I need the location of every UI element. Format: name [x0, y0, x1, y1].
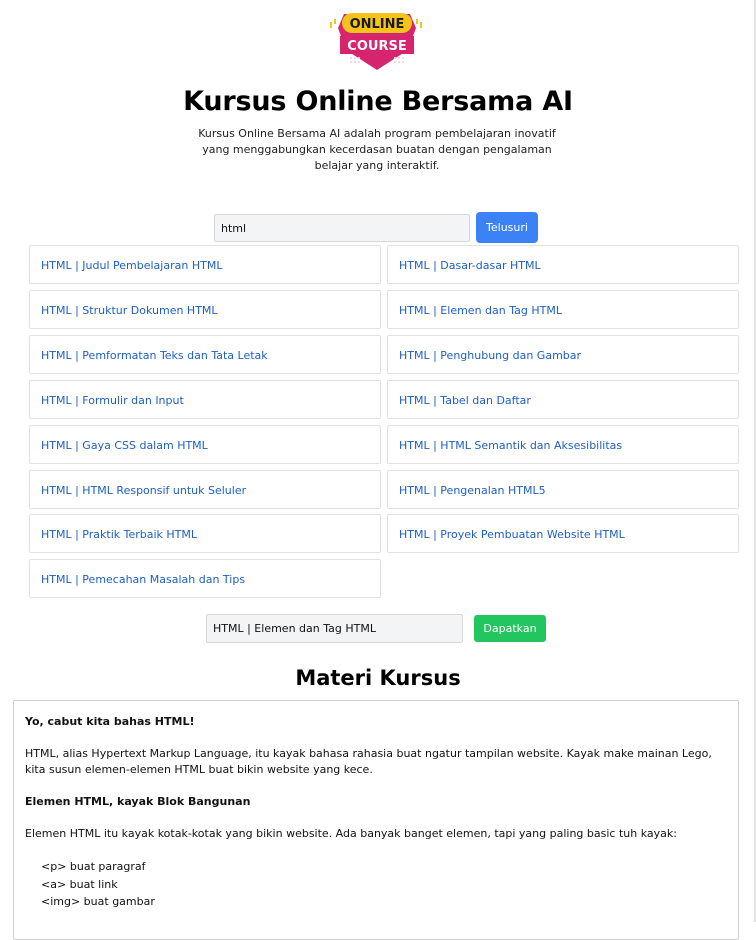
result-card[interactable]: HTML | Elemen dan Tag HTML: [387, 290, 739, 329]
section-text: Elemen HTML itu kayak kotak-kotak yang b…: [25, 827, 677, 840]
search-button[interactable]: Telusuri: [476, 212, 538, 243]
intro-heading: Yo, cabut kita bahas HTML!: [25, 715, 195, 728]
get-material-button[interactable]: Dapatkan: [474, 615, 546, 642]
logo-line2: COURSE: [347, 39, 406, 54]
section-title: Materi Kursus: [295, 666, 461, 690]
result-card[interactable]: HTML | Proyek Pembuatan Website HTML: [387, 514, 739, 553]
result-card[interactable]: HTML | Praktik Terbaik HTML: [29, 514, 381, 553]
result-card[interactable]: HTML | Dasar-dasar HTML: [387, 245, 739, 284]
result-card[interactable]: HTML | HTML Semantik dan Aksesibilitas: [387, 425, 739, 464]
result-card[interactable]: HTML | Pemformatan Teks dan Tata Letak: [29, 335, 381, 374]
page-subtitle: Kursus Online Bersama AI adalah program …: [198, 127, 556, 172]
result-card[interactable]: HTML | Judul Pembelajaran HTML: [29, 245, 381, 284]
result-card[interactable]: HTML | Pengenalan HTML5: [387, 470, 739, 509]
search-input[interactable]: [214, 214, 470, 242]
element-list: <p> buat paragraf <a> buat link <img> bu…: [25, 858, 727, 911]
result-card[interactable]: HTML | Pemecahan Masalah dan Tips: [29, 559, 381, 598]
course-material: Yo, cabut kita bahas HTML! HTML, alias H…: [13, 700, 739, 940]
logo-line1: ONLINE: [350, 17, 405, 32]
section-heading: Elemen HTML, kayak Blok Bangunan: [25, 795, 251, 808]
list-item: <img> buat gambar: [41, 895, 155, 908]
intro-text: HTML, alias Hypertext Markup Language, i…: [25, 747, 712, 776]
result-card[interactable]: HTML | Formulir dan Input: [29, 380, 381, 419]
list-item: <p> buat paragraf: [41, 860, 146, 873]
selected-topic-input[interactable]: [206, 614, 463, 643]
result-card[interactable]: HTML | Struktur Dokumen HTML: [29, 290, 381, 329]
result-card[interactable]: HTML | Tabel dan Daftar: [387, 380, 739, 419]
online-course-logo: ONLINE COURSE: [330, 13, 422, 70]
list-item: <a> buat link: [41, 877, 118, 891]
result-card[interactable]: HTML | Gaya CSS dalam HTML: [29, 425, 381, 464]
page-title: Kursus Online Bersama AI: [183, 86, 573, 117]
result-card[interactable]: HTML | Penghubung dan Gambar: [387, 335, 739, 374]
result-card[interactable]: HTML | HTML Responsif untuk Seluler: [29, 470, 381, 509]
